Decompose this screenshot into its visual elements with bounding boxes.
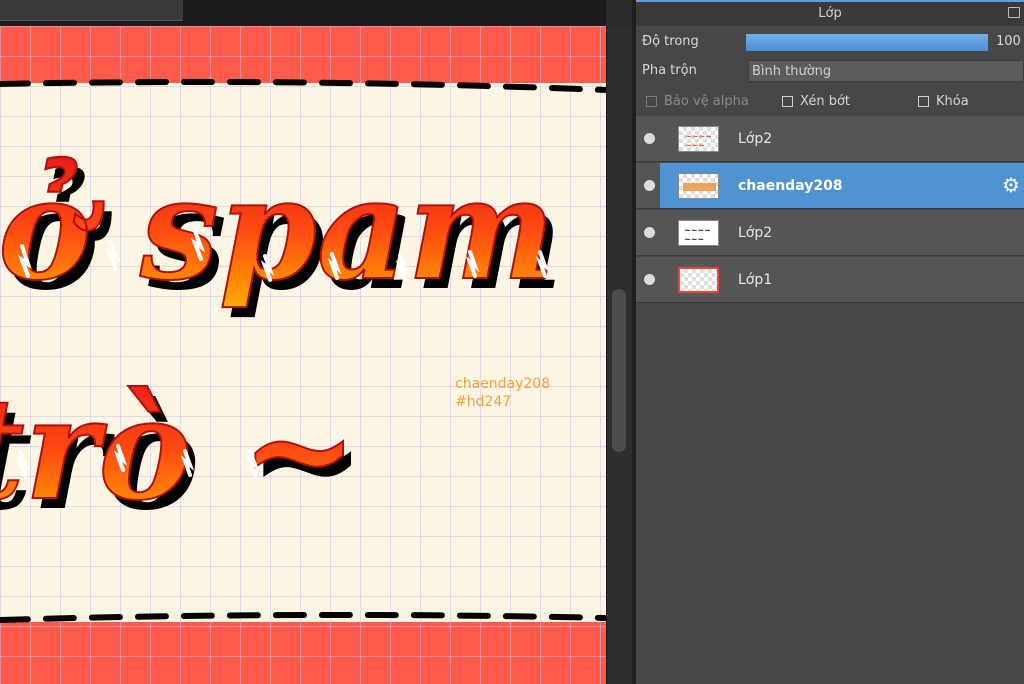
- opacity-value: 100 %: [996, 34, 1024, 49]
- opacity-row: Độ trong 100 %: [636, 28, 1024, 56]
- scrollbar-thumb[interactable]: [612, 289, 626, 452]
- svg-text:ở spam: ở spam: [0, 148, 556, 312]
- protect-alpha-box: [646, 96, 657, 107]
- opacity-slider-fill: [746, 34, 988, 51]
- layer-thumbnail: [678, 173, 719, 199]
- blend-label: Pha trộn: [642, 63, 697, 78]
- svg-text:trò ~: trò ~: [0, 368, 358, 532]
- svg-text:~~~~: ~~~~: [685, 132, 712, 141]
- protect-alpha-checkbox[interactable]: Bảo vệ alpha: [646, 94, 749, 109]
- layer-name: Lớp2: [738, 131, 773, 147]
- layers-panel-header: Lớp: [636, 0, 1024, 26]
- svg-text:~~~: ~~~: [684, 235, 704, 244]
- eye-icon[interactable]: [644, 180, 655, 191]
- layer-name: Lớp2: [738, 225, 773, 241]
- svg-text:~~~: ~~~: [685, 141, 705, 150]
- gear-icon[interactable]: ⚙: [1002, 175, 1020, 195]
- layer-name: Lớp1: [738, 272, 773, 288]
- watermark-hashtag: #hd247: [455, 394, 511, 410]
- drawing-canvas[interactable]: ở spam ở spam trò ~ trò ~ chaenday208 #h…: [0, 26, 606, 684]
- clipping-label: Xén bớt: [800, 94, 850, 109]
- blend-mode-value: Bình thường: [752, 64, 832, 79]
- undock-icon[interactable]: [1008, 7, 1020, 18]
- eye-icon[interactable]: [644, 133, 655, 144]
- layer-item[interactable]: ~~~~ ~~~ Lớp2: [636, 116, 1024, 162]
- document-tab[interactable]: [0, 0, 183, 21]
- panel-title: Lớp: [818, 6, 842, 21]
- layer-thumbnail: ~~~~ ~~~: [678, 126, 719, 152]
- opacity-slider[interactable]: [746, 34, 988, 51]
- watermark-name: chaenday208: [455, 376, 550, 392]
- lettering-line2: trò ~ trò ~: [0, 367, 366, 542]
- layer-name: chaenday208: [738, 178, 843, 194]
- eye-icon[interactable]: [644, 274, 655, 285]
- lettering-line1: ở spam ở spam: [0, 147, 564, 322]
- canvas-artwork: ở spam ở spam trò ~ trò ~ chaenday208 #h…: [0, 26, 606, 684]
- clipping-box: [782, 96, 793, 107]
- layer-options: Bảo vệ alpha Xén bớt Khóa: [636, 88, 1024, 114]
- layer-thumbnail: [678, 267, 719, 293]
- protect-alpha-label: Bảo vệ alpha: [664, 94, 749, 109]
- svg-text:~~~~: ~~~~: [684, 226, 711, 235]
- lock-checkbox[interactable]: Khóa: [918, 94, 969, 109]
- blend-mode-select[interactable]: Bình thường: [748, 60, 1024, 82]
- clipping-checkbox[interactable]: Xén bớt: [782, 94, 850, 109]
- canvas-tab-bar: [0, 0, 606, 26]
- lock-label: Khóa: [936, 94, 969, 109]
- layer-item-selected[interactable]: chaenday208 ⚙: [636, 163, 1024, 209]
- lock-box: [918, 96, 929, 107]
- layer-item[interactable]: ~~~~ ~~~ Lớp2: [636, 210, 1024, 256]
- eye-icon[interactable]: [644, 227, 655, 238]
- layer-item[interactable]: Lớp1: [636, 257, 1024, 303]
- blend-row: Pha trộn Bình thường: [636, 57, 1024, 85]
- layers-panel: Lớp Độ trong 100 % Pha trộn Bình thường …: [636, 0, 1024, 684]
- opacity-label: Độ trong: [642, 34, 699, 49]
- canvas-vertical-scrollbar[interactable]: [606, 26, 633, 684]
- layer-thumbnail: ~~~~ ~~~: [678, 220, 719, 246]
